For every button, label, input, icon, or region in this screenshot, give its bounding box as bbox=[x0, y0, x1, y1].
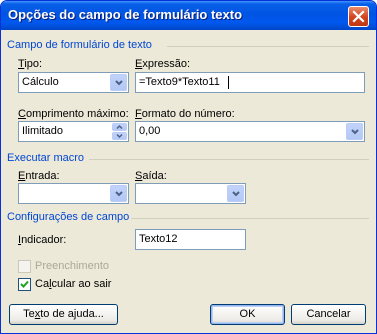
number-format-dropdown-button[interactable] bbox=[346, 123, 363, 140]
exit-macro-select[interactable] bbox=[135, 183, 246, 204]
spin-down-button[interactable] bbox=[112, 132, 127, 140]
dialog-body: Campo de formulário de texto Tipo: Cálcu… bbox=[4, 30, 373, 330]
expression-value: =Texto9*Texto11 bbox=[139, 76, 220, 88]
group-divider bbox=[131, 218, 369, 219]
type-select[interactable]: Cálculo bbox=[18, 72, 129, 93]
close-button[interactable] bbox=[348, 6, 369, 27]
exit-dropdown-button[interactable] bbox=[227, 185, 244, 202]
group-title-text-field: Campo de formulário de texto bbox=[7, 39, 152, 51]
ok-button[interactable]: OK bbox=[210, 304, 285, 325]
fill-in-label: Preenchimento bbox=[35, 260, 109, 272]
bookmark-value: Texto12 bbox=[139, 233, 178, 245]
bookmark-input[interactable]: Texto12 bbox=[135, 229, 246, 250]
chevron-down-icon bbox=[351, 129, 359, 135]
chevron-down-icon bbox=[116, 133, 123, 139]
close-icon bbox=[352, 10, 365, 23]
form-field-options-dialog: Opções do campo de formulário texto Camp… bbox=[0, 0, 377, 334]
type-select-value: Cálculo bbox=[22, 76, 59, 88]
calculate-on-exit-checkbox[interactable] bbox=[18, 278, 31, 291]
help-text-button[interactable]: Texto de ajuda... bbox=[9, 304, 118, 325]
max-length-value: Ilimitado bbox=[22, 125, 63, 137]
group-title-run-macro: Executar macro bbox=[7, 152, 85, 164]
group-divider bbox=[89, 159, 369, 160]
text-caret bbox=[228, 76, 229, 89]
checkmark-icon bbox=[20, 280, 29, 288]
exit-label: Saída: bbox=[135, 170, 167, 182]
expression-input[interactable]: =Texto9*Texto11 bbox=[135, 72, 365, 93]
max-length-label: Comprimento máximo: bbox=[18, 108, 129, 120]
entry-dropdown-button[interactable] bbox=[110, 185, 127, 202]
entry-label: Entrada: bbox=[18, 170, 60, 182]
type-label: Tipo: bbox=[18, 58, 43, 70]
expression-label: Expressão: bbox=[135, 58, 191, 70]
chevron-down-icon bbox=[232, 191, 240, 197]
number-format-label: Formato do número: bbox=[135, 108, 235, 120]
max-length-spinner[interactable]: Ilimitado bbox=[18, 121, 129, 142]
title-bar[interactable]: Opções do campo de formulário texto bbox=[1, 1, 376, 30]
spin-up-button[interactable] bbox=[112, 123, 127, 131]
spinner-buttons bbox=[112, 123, 127, 140]
chevron-down-icon bbox=[115, 191, 123, 197]
number-format-combo[interactable]: 0,00 bbox=[135, 121, 365, 142]
fill-in-checkbox[interactable] bbox=[18, 260, 31, 273]
group-divider bbox=[167, 46, 369, 47]
chevron-up-icon bbox=[116, 124, 123, 130]
cancel-button[interactable]: Cancelar bbox=[291, 304, 366, 325]
group-title-field-settings: Configurações de campo bbox=[7, 211, 130, 223]
bookmark-label: Indicador: bbox=[18, 234, 67, 246]
type-dropdown-button[interactable] bbox=[110, 74, 127, 91]
number-format-value: 0,00 bbox=[139, 125, 161, 137]
chevron-down-icon bbox=[115, 80, 123, 86]
entry-macro-select[interactable] bbox=[18, 183, 129, 204]
calculate-on-exit-label: Calcular ao sair bbox=[35, 278, 112, 290]
window-title: Opções do campo de formulário texto bbox=[8, 7, 243, 22]
